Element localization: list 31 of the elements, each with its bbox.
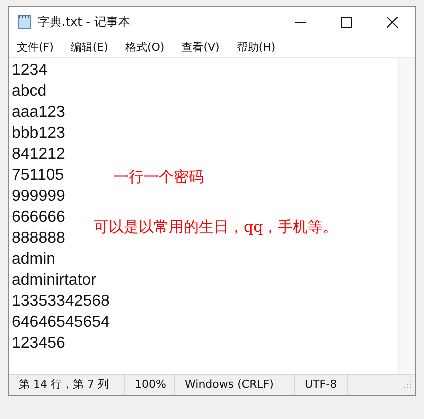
text-line: bbb123	[12, 124, 66, 144]
notepad-icon	[18, 14, 32, 30]
menu-item[interactable]: 编辑(E)	[68, 40, 116, 54]
text-line: 751105	[12, 166, 64, 186]
text-line: 999999	[12, 187, 66, 207]
text-line: 666666	[12, 208, 66, 228]
status-item: UTF-8	[295, 375, 348, 395]
status-item: 100%	[125, 375, 175, 395]
text-line: 123456	[12, 334, 66, 354]
text-line: 13353342568	[12, 292, 110, 312]
menu-item[interactable]: 格式(O)	[123, 40, 173, 54]
annotation-text: 一行一个密码	[114, 168, 204, 187]
text-line: admin	[12, 250, 56, 270]
annotation-text: 可以是以常用的生日，qq，手机等。	[94, 218, 338, 237]
status-item: Windows (CRLF)	[175, 375, 295, 395]
close-icon	[386, 16, 398, 28]
text-line: 888888	[12, 229, 66, 249]
text-line: 64646545654	[12, 313, 110, 333]
menu-item[interactable]: 帮助(H)	[234, 40, 284, 54]
status-item: 第 14 行，第 7 列	[9, 375, 125, 395]
text-line: abcd	[12, 82, 47, 102]
maximize-icon	[340, 16, 352, 28]
text-line: 841212	[12, 145, 66, 165]
menu-item[interactable]: 查看(V)	[180, 40, 228, 54]
text-line: 1234	[12, 61, 48, 81]
resize-grip-icon[interactable]	[404, 381, 412, 389]
menu-item[interactable]: 文件(F)	[15, 40, 62, 54]
text-line: aaa123	[12, 103, 66, 123]
text-area[interactable]: 1234 abcd aaa123 bbb123 841212 751105 999999 666666 888888 admin adminirtator 13353342568 64646545654 123456 一行一个密码 可以是以常用的生日，qq，手机等。	[9, 58, 398, 374]
text-line: adminirtator	[12, 271, 96, 291]
window-title: 字典.txt - 记事本	[38, 14, 130, 30]
